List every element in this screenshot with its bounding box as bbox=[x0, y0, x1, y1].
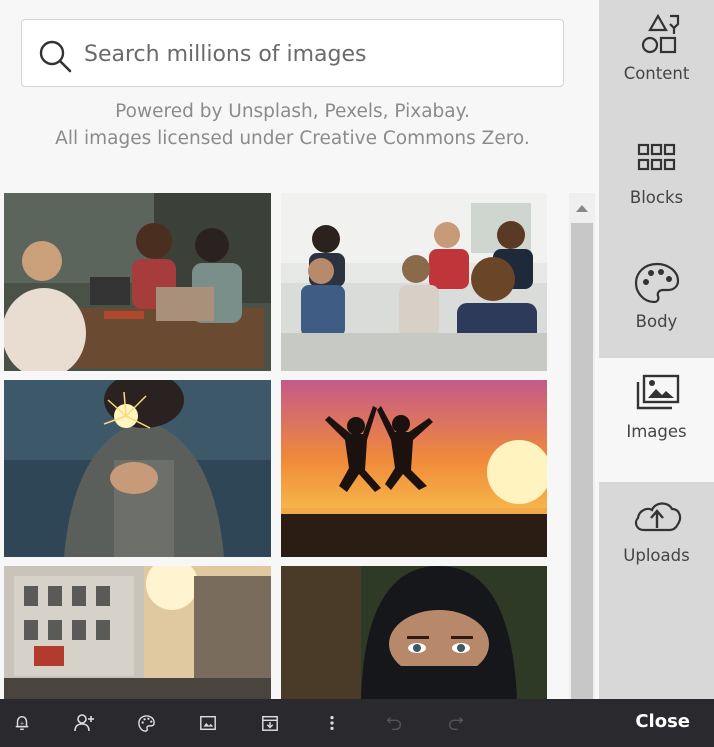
grid-icon bbox=[630, 136, 684, 182]
close-button[interactable]: Close bbox=[635, 711, 690, 732]
image-thumbnail-4[interactable] bbox=[281, 380, 547, 557]
tab-label-blocks: Blocks bbox=[629, 188, 684, 207]
tab-body[interactable]: Body bbox=[599, 248, 714, 372]
side-tab-bar: Content Blocks Body Images Uploads bbox=[599, 0, 714, 699]
image-thumbnail-2[interactable] bbox=[281, 193, 547, 371]
image-thumbnail-1[interactable] bbox=[4, 193, 271, 371]
download-icon[interactable] bbox=[258, 711, 282, 735]
tab-label-content: Content bbox=[623, 64, 690, 83]
search-icon bbox=[37, 38, 73, 74]
tab-blocks[interactable]: Blocks bbox=[599, 124, 714, 248]
palette-icon[interactable] bbox=[134, 711, 158, 735]
image-scrollbar[interactable] bbox=[569, 193, 595, 699]
add-user-icon[interactable] bbox=[72, 711, 96, 735]
bell-icon[interactable]: + bbox=[10, 711, 34, 735]
undo-icon[interactable] bbox=[382, 711, 406, 735]
images-panel: Powered by Unsplash, Pexels, Pixabay. Al… bbox=[0, 0, 599, 699]
credit-line-license: All images licensed under Creative Commo… bbox=[55, 128, 530, 149]
search-input[interactable] bbox=[84, 32, 553, 76]
image-thumbnail-6[interactable] bbox=[281, 566, 547, 699]
tab-images[interactable]: Images bbox=[599, 358, 714, 482]
bottom-toolbar: + Close bbox=[0, 699, 714, 747]
tab-content[interactable]: Content bbox=[599, 0, 714, 124]
scroll-up-icon[interactable] bbox=[569, 193, 595, 223]
image-icon[interactable] bbox=[196, 711, 220, 735]
more-vertical-icon[interactable] bbox=[320, 711, 344, 735]
scrollbar-thumb[interactable] bbox=[571, 223, 593, 699]
image-thumbnail-5[interactable] bbox=[4, 566, 271, 699]
shapes-icon bbox=[630, 12, 684, 58]
credit-line-sources: Powered by Unsplash, Pexels, Pixabay. bbox=[115, 101, 470, 122]
tab-label-uploads: Uploads bbox=[623, 546, 690, 565]
images-icon bbox=[630, 370, 684, 416]
image-thumbnail-3[interactable] bbox=[4, 380, 271, 557]
palette-icon bbox=[630, 260, 684, 306]
search-box[interactable] bbox=[21, 19, 564, 87]
redo-icon[interactable] bbox=[444, 711, 468, 735]
tab-uploads[interactable]: Uploads bbox=[599, 482, 714, 606]
svg-text:+: + bbox=[20, 721, 25, 727]
cloud-upload-icon bbox=[630, 494, 684, 540]
tab-label-body: Body bbox=[635, 312, 678, 331]
tab-label-images: Images bbox=[626, 422, 687, 441]
